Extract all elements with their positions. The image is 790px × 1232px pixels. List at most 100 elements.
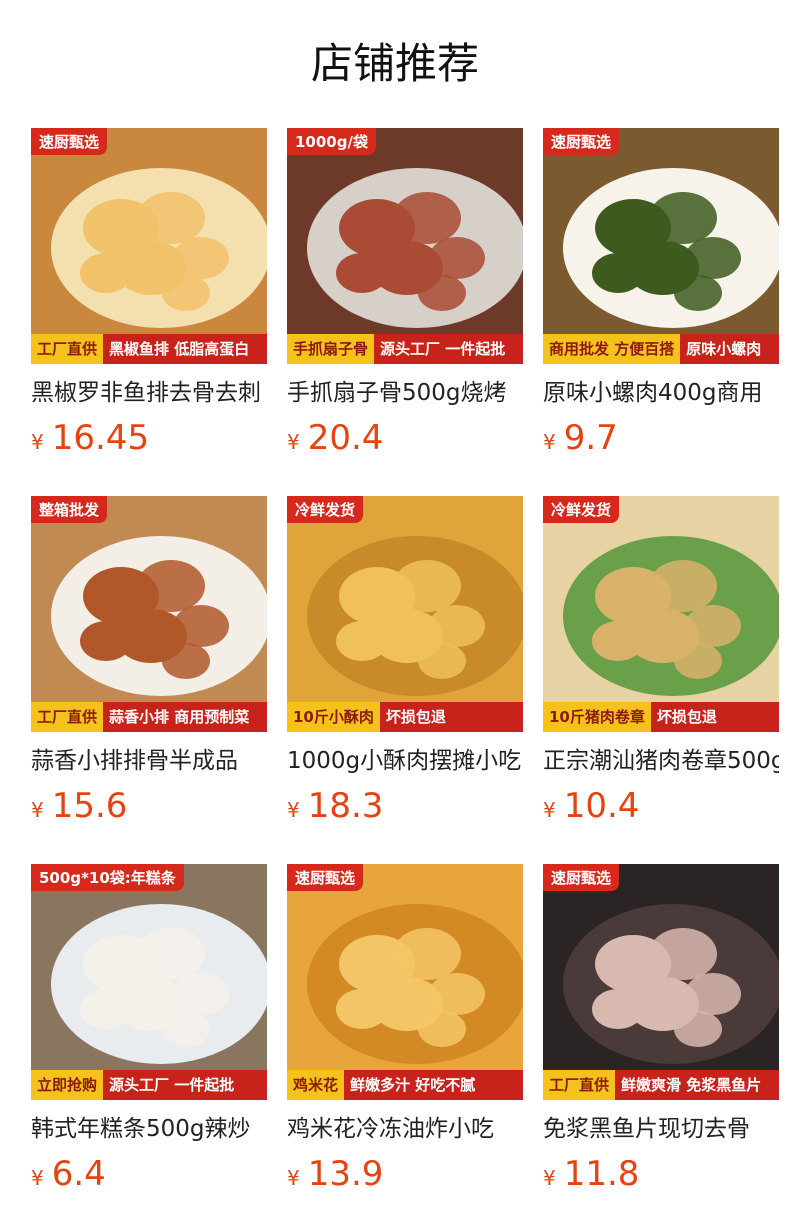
product-card[interactable]: 1000g/袋 手抓扇子骨 源头工厂 一件起批 手抓扇子骨500g烧烤 ¥20.4	[287, 128, 523, 496]
promo-strip: 10斤猪肉卷章 坏损包退	[543, 702, 779, 732]
promo-strip: 手抓扇子骨 源头工厂 一件起批	[287, 334, 523, 364]
promo-strip-right: 坏损包退	[385, 708, 446, 726]
product-price: ¥9.7	[543, 416, 618, 460]
product-price: ¥15.6	[31, 784, 127, 828]
promo-badge: 冷鲜发货	[287, 496, 364, 523]
product-name[interactable]: 免浆黑鱼片现切去骨	[543, 1111, 779, 1147]
product-photo	[287, 864, 523, 1100]
promo-badge: 1000g/袋	[287, 128, 376, 155]
promo-badge: 速厨甄选	[543, 128, 620, 155]
currency-symbol: ¥	[287, 798, 300, 822]
currency-symbol: ¥	[31, 1166, 44, 1190]
promo-strip: 立即抢购 源头工厂 一件起批	[31, 1070, 267, 1100]
product-card[interactable]: 速厨甄选商用批发 方便百搭 原味小螺肉原味小螺肉400g商用 ¥9.7	[543, 128, 779, 496]
promo-strip-right: 原味小螺肉	[686, 340, 762, 358]
price-value: 18.3	[307, 786, 384, 826]
page-title: 店铺推荐	[310, 39, 479, 88]
promo-strip-left: 10斤猪肉卷章	[543, 702, 651, 732]
currency-symbol: ¥	[543, 798, 556, 822]
price-value: 20.4	[307, 418, 384, 458]
product-image[interactable]: 速厨甄选工厂直供 黑椒鱼排 低脂高蛋白	[31, 128, 267, 364]
currency-symbol: ¥	[287, 1166, 300, 1190]
price-value: 9.7	[563, 418, 618, 458]
currency-symbol: ¥	[287, 430, 300, 454]
promo-badge: 速厨甄选	[31, 128, 108, 155]
currency-symbol: ¥	[31, 798, 44, 822]
promo-strip-right: 源头工厂 一件起批	[109, 1076, 235, 1094]
promo-strip-left: 立即抢购	[31, 1070, 104, 1100]
promo-strip-right: 鲜嫩爽滑 免浆黑鱼片	[621, 1076, 762, 1094]
product-card[interactable]: 冷鲜发货 10斤小酥肉 坏损包退 1000g小酥肉摆摊小吃 ¥18.3	[287, 496, 523, 864]
product-card[interactable]: 速厨甄选工厂直供 黑椒鱼排 低脂高蛋白黑椒罗非鱼排去骨去刺 ¥16.45	[31, 128, 267, 496]
product-card[interactable]: 整箱批发工厂直供 蒜香小排 商用预制菜蒜香小排排骨半成品 ¥15.6	[31, 496, 267, 864]
product-image[interactable]: 1000g/袋 手抓扇子骨 源头工厂 一件起批	[287, 128, 523, 364]
price-value: 16.45	[51, 418, 150, 458]
price-value: 10.4	[563, 786, 640, 826]
product-image[interactable]: 整箱批发工厂直供 蒜香小排 商用预制菜	[31, 496, 267, 732]
product-photo	[543, 864, 779, 1100]
product-name[interactable]: 原味小螺肉400g商用	[543, 375, 779, 411]
product-name[interactable]: 蒜香小排排骨半成品	[31, 743, 267, 779]
promo-strip-left: 工厂直供	[31, 702, 104, 732]
product-name[interactable]: 韩式年糕条500g辣炒	[31, 1111, 267, 1147]
price-value: 15.6	[51, 786, 128, 826]
currency-symbol: ¥	[543, 1166, 556, 1190]
product-card[interactable]: 冷鲜发货 10斤猪肉卷章 坏损包退正宗潮汕猪肉卷章500g ¥10.4	[543, 496, 779, 864]
promo-strip-left: 鸡米花	[287, 1070, 345, 1100]
promo-strip-left: 工厂直供	[543, 1070, 616, 1100]
product-image[interactable]: 冷鲜发货 10斤猪肉卷章 坏损包退	[543, 496, 779, 732]
promo-strip-right: 源头工厂 一件起批	[380, 340, 506, 358]
product-image[interactable]: 速厨甄选工厂直供 鲜嫩爽滑 免浆黑鱼片	[543, 864, 779, 1100]
promo-badge: 速厨甄选	[287, 864, 364, 891]
promo-strip: 工厂直供 鲜嫩爽滑 免浆黑鱼片	[543, 1070, 779, 1100]
price-value: 13.9	[307, 1154, 384, 1194]
promo-strip-left: 商用批发 方便百搭	[543, 334, 681, 364]
product-photo	[543, 496, 779, 732]
product-price: ¥10.4	[543, 784, 639, 828]
product-photo	[287, 128, 523, 364]
promo-strip-left: 工厂直供	[31, 334, 104, 364]
promo-strip: 工厂直供 蒜香小排 商用预制菜	[31, 702, 267, 732]
product-price: ¥11.8	[543, 1152, 639, 1196]
product-photo	[31, 864, 267, 1100]
product-name[interactable]: 1000g小酥肉摆摊小吃	[287, 743, 523, 779]
promo-strip-left: 10斤小酥肉	[287, 702, 380, 732]
product-price: ¥18.3	[287, 784, 383, 828]
price-value: 6.4	[51, 1154, 106, 1194]
product-price: ¥16.45	[31, 416, 149, 460]
product-image[interactable]: 速厨甄选商用批发 方便百搭 原味小螺肉	[543, 128, 779, 364]
promo-strip-right: 蒜香小排 商用预制菜	[109, 708, 250, 726]
product-image[interactable]: 速厨甄选鸡米花 鲜嫩多汁 好吃不腻	[287, 864, 523, 1100]
promo-strip: 工厂直供 黑椒鱼排 低脂高蛋白	[31, 334, 267, 364]
price-value: 11.8	[563, 1154, 640, 1194]
promo-badge: 冷鲜发货	[543, 496, 620, 523]
promo-strip-right: 黑椒鱼排 低脂高蛋白	[109, 340, 250, 358]
product-name[interactable]: 鸡米花冷冻油炸小吃	[287, 1111, 523, 1147]
product-card[interactable]: 500g*10袋:年糕条 立即抢购 源头工厂 一件起批 韩式年糕条500g辣炒 ¥6.4	[31, 864, 267, 1232]
product-grid: 速厨甄选 工厂直供 黑椒鱼排 低脂高蛋白 黑椒罗非鱼排去骨去刺 ¥16.45 1000g/…	[31, 128, 779, 1232]
currency-symbol: ¥	[543, 430, 556, 454]
product-card[interactable]: 速厨甄选工厂直供 鲜嫩爽滑 免浆黑鱼片免浆黑鱼片现切去骨 ¥11.8	[543, 864, 779, 1232]
product-photo	[31, 128, 267, 364]
promo-strip: 10斤小酥肉 坏损包退	[287, 702, 523, 732]
product-price: ¥13.9	[287, 1152, 383, 1196]
product-photo	[543, 128, 779, 364]
promo-strip: 鸡米花 鲜嫩多汁 好吃不腻	[287, 1070, 523, 1100]
promo-strip-right: 鲜嫩多汁 好吃不腻	[350, 1076, 476, 1094]
product-image[interactable]: 冷鲜发货 10斤小酥肉 坏损包退	[287, 496, 523, 732]
promo-badge: 500g*10袋:年糕条	[31, 864, 184, 891]
product-name[interactable]: 手抓扇子骨500g烧烤	[287, 375, 523, 411]
promo-badge: 速厨甄选	[543, 864, 620, 891]
currency-symbol: ¥	[31, 430, 44, 454]
promo-badge: 整箱批发	[31, 496, 108, 523]
product-name[interactable]: 正宗潮汕猪肉卷章500g	[543, 743, 779, 779]
product-card[interactable]: 速厨甄选鸡米花 鲜嫩多汁 好吃不腻鸡米花冷冻油炸小吃 ¥13.9	[287, 864, 523, 1232]
product-name[interactable]: 黑椒罗非鱼排去骨去刺	[31, 375, 267, 411]
product-price: ¥20.4	[287, 416, 383, 460]
product-photo	[287, 496, 523, 732]
product-image[interactable]: 500g*10袋:年糕条 立即抢购 源头工厂 一件起批	[31, 864, 267, 1100]
promo-strip-right: 坏损包退	[656, 708, 717, 726]
product-photo	[31, 496, 267, 732]
promo-strip-left: 手抓扇子骨	[287, 334, 375, 364]
product-price: ¥6.4	[31, 1152, 106, 1196]
